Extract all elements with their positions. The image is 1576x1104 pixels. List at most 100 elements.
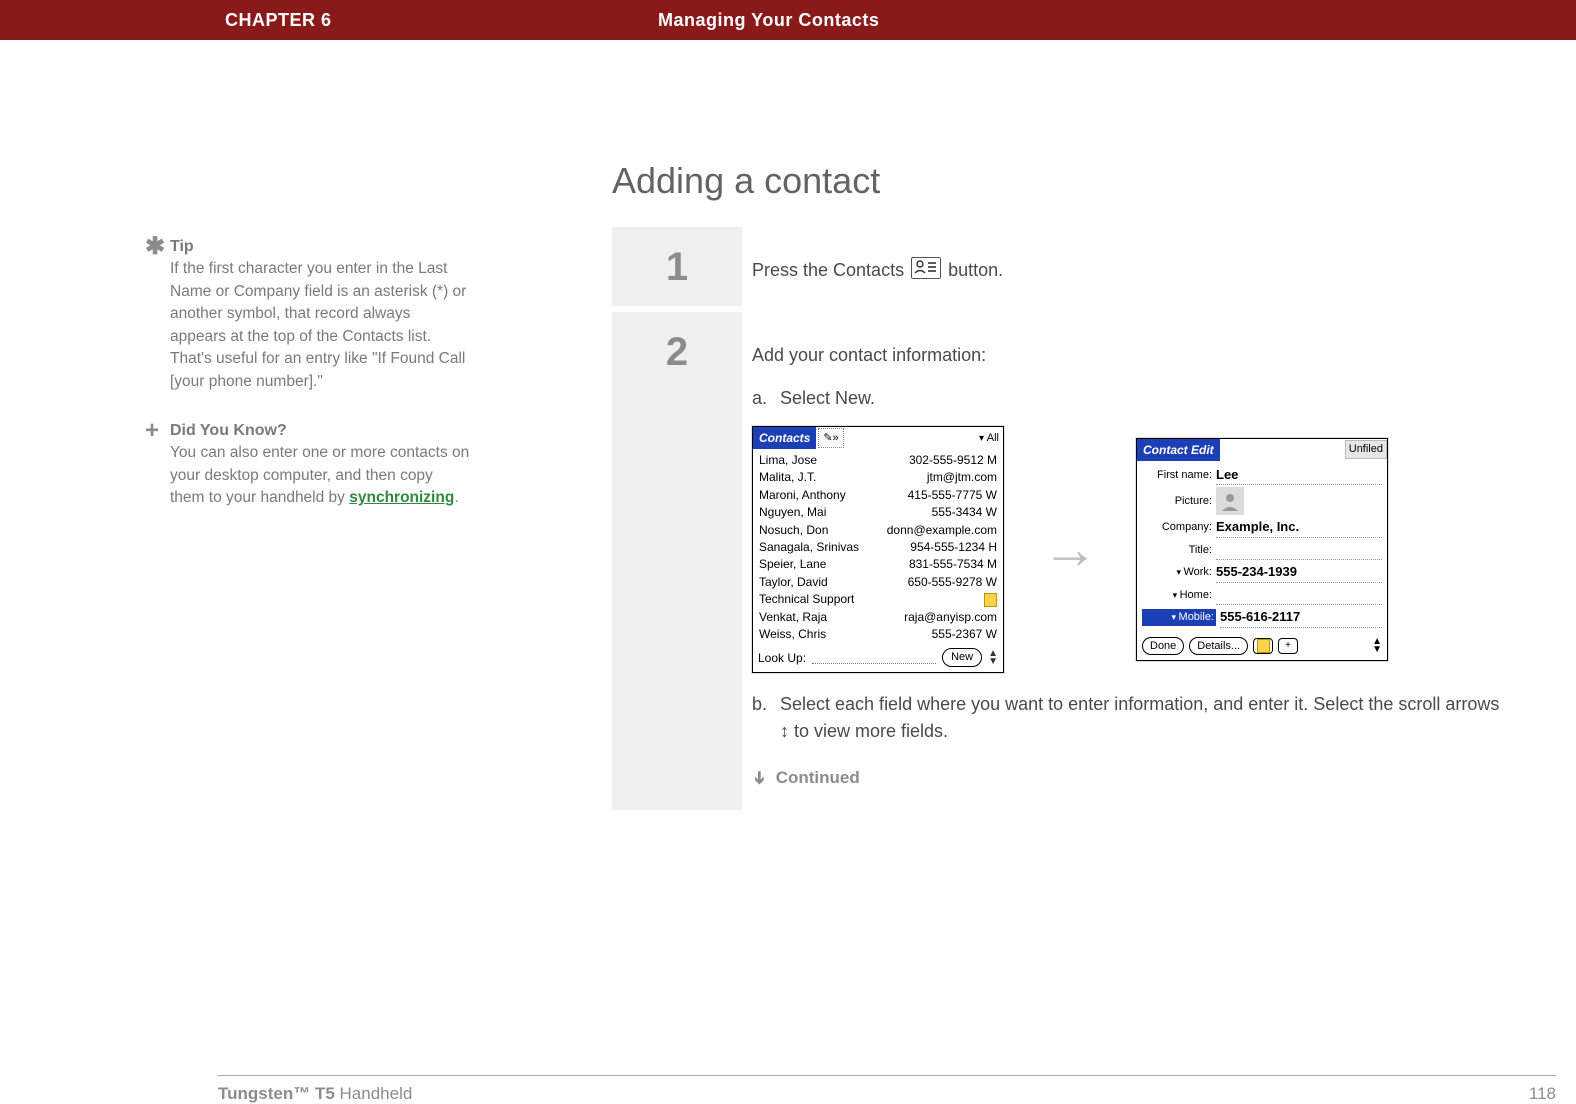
picture-label: Picture: <box>1142 493 1212 510</box>
home-label[interactable]: Home: <box>1142 587 1212 604</box>
add-icon[interactable]: + <box>1278 638 1298 654</box>
list-item[interactable]: Maroni, Anthony415-555-7775 W <box>759 487 997 504</box>
tip-block: ✱ Tip If the first character you enter i… <box>170 235 470 393</box>
step2-a-text: Select New. <box>780 388 875 408</box>
scroll-arrows-icon[interactable]: ▲▼ <box>1372 638 1382 654</box>
step2-a-letter: a. <box>752 385 767 412</box>
palm-list-category[interactable]: All <box>979 430 1003 447</box>
screenshots-row: Contacts ✎» All Lima, Jose 302-555-9512 M… <box>752 426 1512 673</box>
chapter-title: Managing Your Contacts <box>503 10 1576 31</box>
first-name-value[interactable]: Lee <box>1216 465 1382 486</box>
did-you-know-block: + Did You Know? You can also enter one o… <box>170 419 470 510</box>
company-value[interactable]: Example, Inc. <box>1216 517 1382 538</box>
contact-value: 831-555-7534 M <box>909 556 997 573</box>
list-item[interactable]: Lima, Jose 302-555-9512 M <box>759 452 997 469</box>
step2-b: b. Select each field where you want to e… <box>752 691 1512 745</box>
dyk-body: You can also enter one or more contacts … <box>170 442 470 509</box>
arrow-right-icon: → <box>1042 507 1098 591</box>
product-name-rest: Handheld <box>335 1084 413 1103</box>
contact-name: Nosuch, Don <box>759 522 828 539</box>
step-number-2: 2 <box>612 312 742 810</box>
contact-name: Lima, Jose <box>759 452 817 469</box>
contact-value: 555-2367 W <box>932 626 997 643</box>
contact-name: Taylor, David <box>759 574 828 591</box>
palm-list-titlebar: Contacts ✎» All <box>753 427 1003 449</box>
title-label: Title: <box>1142 542 1212 559</box>
step2-b-text: Select each field where you want to ente… <box>780 694 1499 741</box>
edit-picture-row: Picture: <box>1142 487 1382 515</box>
continued-arrow-icon: ➔ <box>746 770 772 784</box>
graffiti-icon: ✎» <box>818 428 843 449</box>
list-item[interactable]: Weiss, Chris 555-2367 W <box>759 626 997 643</box>
step1-text-a: Press the Contacts <box>752 260 909 280</box>
details-button[interactable]: Details... <box>1189 637 1248 656</box>
contact-value: jtm@jtm.com <box>927 469 997 486</box>
edit-title-row: Title: <box>1142 540 1382 561</box>
asterisk-icon: ✱ <box>145 235 165 259</box>
palm-list-rows: Lima, Jose 302-555-9512 M Malita, J.T. jtm@… <box>753 449 1003 645</box>
list-item[interactable]: Speier, Lane 831-555-7534 M <box>759 556 997 573</box>
note-icon[interactable] <box>1253 638 1273 654</box>
palm-contact-edit: Contact Edit Unfiled First name: Lee <box>1136 438 1388 662</box>
palm-edit-title: Contact Edit <box>1137 439 1220 461</box>
page-footer: Tungsten™ T5 Handheld 118 <box>218 1075 1556 1104</box>
tip-body: If the first character you enter in the … <box>170 258 470 393</box>
list-item[interactable]: Venkat, Rajaraja@anyisp.com <box>759 609 997 626</box>
contact-name: Venkat, Raja <box>759 609 827 626</box>
edit-work-row: Work: 555-234-1939 <box>1142 562 1382 583</box>
contacts-button-icon <box>911 257 941 279</box>
contact-value: 302-555-9512 M <box>909 452 997 469</box>
lookup-label: Look Up: <box>758 649 806 667</box>
dyk-text-b: . <box>454 489 458 506</box>
done-button[interactable]: Done <box>1142 637 1184 656</box>
palm-edit-titlebar: Contact Edit Unfiled <box>1137 439 1387 461</box>
work-label[interactable]: Work: <box>1142 564 1212 581</box>
contact-name: Technical Support <box>759 591 854 608</box>
picture-placeholder-icon[interactable] <box>1216 487 1244 515</box>
title-value[interactable] <box>1216 540 1382 561</box>
list-item[interactable]: Technical Support <box>759 591 997 608</box>
contact-value: 555-3434 W <box>932 504 997 521</box>
palm-edit-category[interactable]: Unfiled <box>1345 440 1387 459</box>
contact-value: 415-555-7775 W <box>908 487 997 504</box>
contact-name: Speier, Lane <box>759 556 826 573</box>
mobile-label[interactable]: Mobile: <box>1142 609 1216 626</box>
contact-value: 954-555-1234 H <box>910 539 997 556</box>
palm-edit-bottom-bar: Done Details... + ▲▼ <box>1137 633 1387 661</box>
list-item[interactable]: Nguyen, Mai 555-3434 W <box>759 504 997 521</box>
step-number-1: 1 <box>612 227 742 306</box>
continued-marker: ➔ Continued <box>752 765 1512 791</box>
product-name-bold: Tungsten™ T5 <box>218 1084 335 1103</box>
work-value[interactable]: 555-234-1939 <box>1216 562 1382 583</box>
scroll-arrows-icon[interactable]: ▲▼ <box>988 650 998 666</box>
steps-list: 1 Press the Contacts button. <box>612 227 1532 810</box>
list-item[interactable]: Sanagala, Srinivas954-555-1234 H <box>759 539 997 556</box>
plus-icon: + <box>145 419 159 443</box>
dyk-heading: Did You Know? <box>170 419 470 442</box>
step-2: 2 Add your contact information: a. Selec… <box>612 306 1532 810</box>
company-label: Company: <box>1142 519 1212 536</box>
section-heading: Adding a contact <box>612 160 1532 202</box>
palm-list-title: Contacts <box>753 427 816 449</box>
contact-value <box>984 591 997 608</box>
list-item[interactable]: Malita, J.T. jtm@jtm.com <box>759 469 997 486</box>
palm-edit-rows: First name: Lee Picture: <box>1137 461 1387 633</box>
step-1-body: Press the Contacts button. <box>742 227 1532 306</box>
mobile-value[interactable]: 555-616-2117 <box>1220 607 1382 628</box>
contact-name: Weiss, Chris <box>759 626 826 643</box>
list-item[interactable]: Nosuch, Dondonn@example.com <box>759 522 997 539</box>
contact-name: Nguyen, Mai <box>759 504 826 521</box>
sidebar: ✱ Tip If the first character you enter i… <box>170 235 470 536</box>
list-item[interactable]: Taylor, David650-555-9278 W <box>759 574 997 591</box>
note-icon <box>984 593 997 607</box>
contact-name: Malita, J.T. <box>759 469 816 486</box>
first-name-label: First name: <box>1142 467 1212 484</box>
step2-intro: Add your contact information: <box>752 342 1512 369</box>
new-button[interactable]: New <box>942 648 982 667</box>
step1-text-b: button. <box>948 260 1003 280</box>
home-value[interactable] <box>1216 585 1382 606</box>
step-2-body: Add your contact information: a. Select … <box>742 312 1532 810</box>
product-name: Tungsten™ T5 Handheld <box>218 1084 412 1104</box>
lookup-field[interactable] <box>812 652 936 664</box>
synchronizing-link[interactable]: synchronizing <box>349 489 454 506</box>
